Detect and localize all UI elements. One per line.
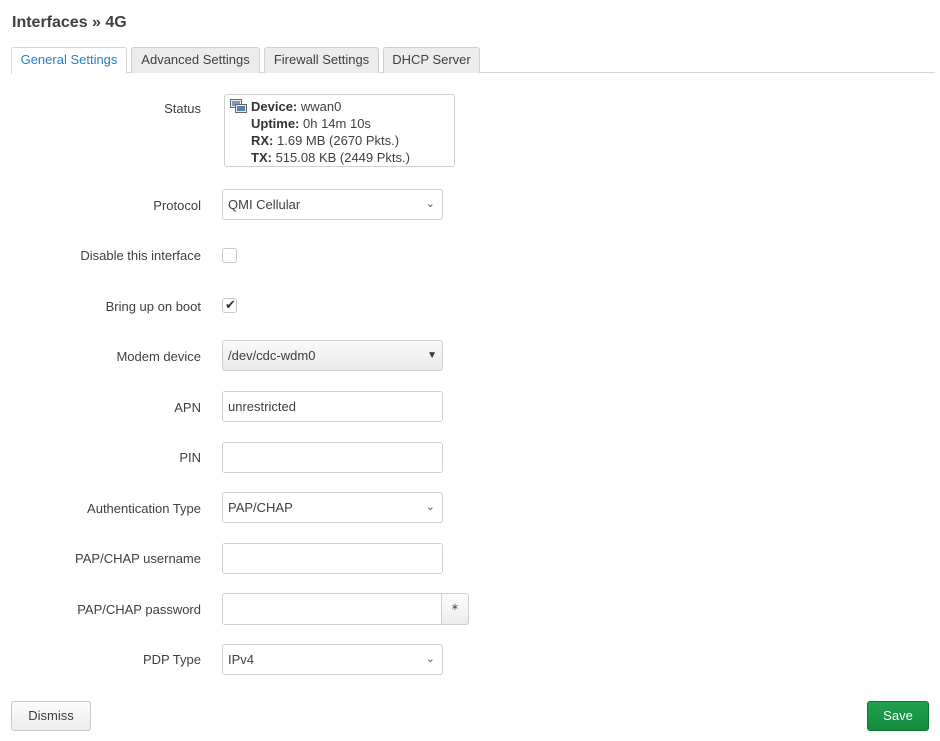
disable-interface-label: Disable this interface	[80, 248, 201, 263]
auth-type-value: PAP/CHAP	[228, 500, 293, 515]
pdp-type-select[interactable]: IPv4 ⌄	[222, 644, 443, 675]
status-label: Status	[164, 101, 201, 116]
dropdown-arrow-icon: ▼	[427, 350, 437, 361]
status-device: Device: wwan0	[251, 99, 342, 114]
bring-up-on-boot-label: Bring up on boot	[105, 299, 201, 314]
status-tx: TX: 515.08 KB (2449 Pkts.)	[251, 150, 410, 165]
dismiss-button[interactable]: Dismiss	[11, 701, 91, 731]
password-label: PAP/CHAP password	[77, 602, 201, 617]
chevron-down-icon: ⌄	[425, 198, 435, 210]
modem-device-value: /dev/cdc-wdm0	[228, 348, 316, 363]
pin-input[interactable]	[222, 442, 443, 473]
password-input[interactable]	[222, 593, 442, 625]
status-rx: RX: 1.69 MB (2670 Pkts.)	[251, 133, 400, 148]
tab-bar: General Settings Advanced Settings Firew…	[11, 47, 935, 74]
protocol-label: Protocol	[153, 198, 201, 213]
pin-label: PIN	[179, 450, 201, 465]
chevron-down-icon: ⌄	[425, 501, 435, 513]
apn-input[interactable]: unrestricted	[222, 391, 443, 422]
username-label: PAP/CHAP username	[75, 551, 201, 566]
chevron-down-icon: ⌄	[425, 653, 435, 665]
pdp-type-value: IPv4	[228, 652, 255, 667]
network-interface-icon	[230, 99, 247, 113]
tab-dhcp-server[interactable]: DHCP Server	[383, 47, 480, 73]
modem-device-label: Modem device	[116, 349, 201, 364]
tab-advanced-settings[interactable]: Advanced Settings	[131, 47, 260, 73]
tab-firewall-settings[interactable]: Firewall Settings	[264, 47, 379, 73]
status-uptime: Uptime: 0h 14m 10s	[251, 116, 371, 131]
tab-general-settings[interactable]: General Settings	[11, 47, 127, 74]
reveal-password-button[interactable]: ∗	[441, 593, 469, 625]
auth-type-select[interactable]: PAP/CHAP ⌄	[222, 492, 443, 523]
bring-up-on-boot-checkbox[interactable]: ✔	[222, 297, 237, 313]
pdp-type-label: PDP Type	[142, 652, 201, 667]
protocol-value: QMI Cellular	[228, 197, 301, 212]
status-box: Device: wwan0 Uptime: 0h 14m 10s RX: 1.6…	[224, 94, 455, 167]
disable-interface-checkbox[interactable]	[222, 248, 237, 263]
checkmark-icon: ✔	[225, 297, 236, 312]
save-button[interactable]: Save	[867, 701, 929, 731]
page-title: Interfaces » 4G	[12, 14, 127, 31]
protocol-select[interactable]: QMI Cellular ⌄	[222, 189, 443, 220]
username-input[interactable]	[222, 543, 443, 574]
auth-type-label: Authentication Type	[87, 501, 201, 516]
modem-device-select[interactable]: /dev/cdc-wdm0 ▼	[222, 340, 443, 371]
apn-label: APN	[174, 400, 201, 415]
